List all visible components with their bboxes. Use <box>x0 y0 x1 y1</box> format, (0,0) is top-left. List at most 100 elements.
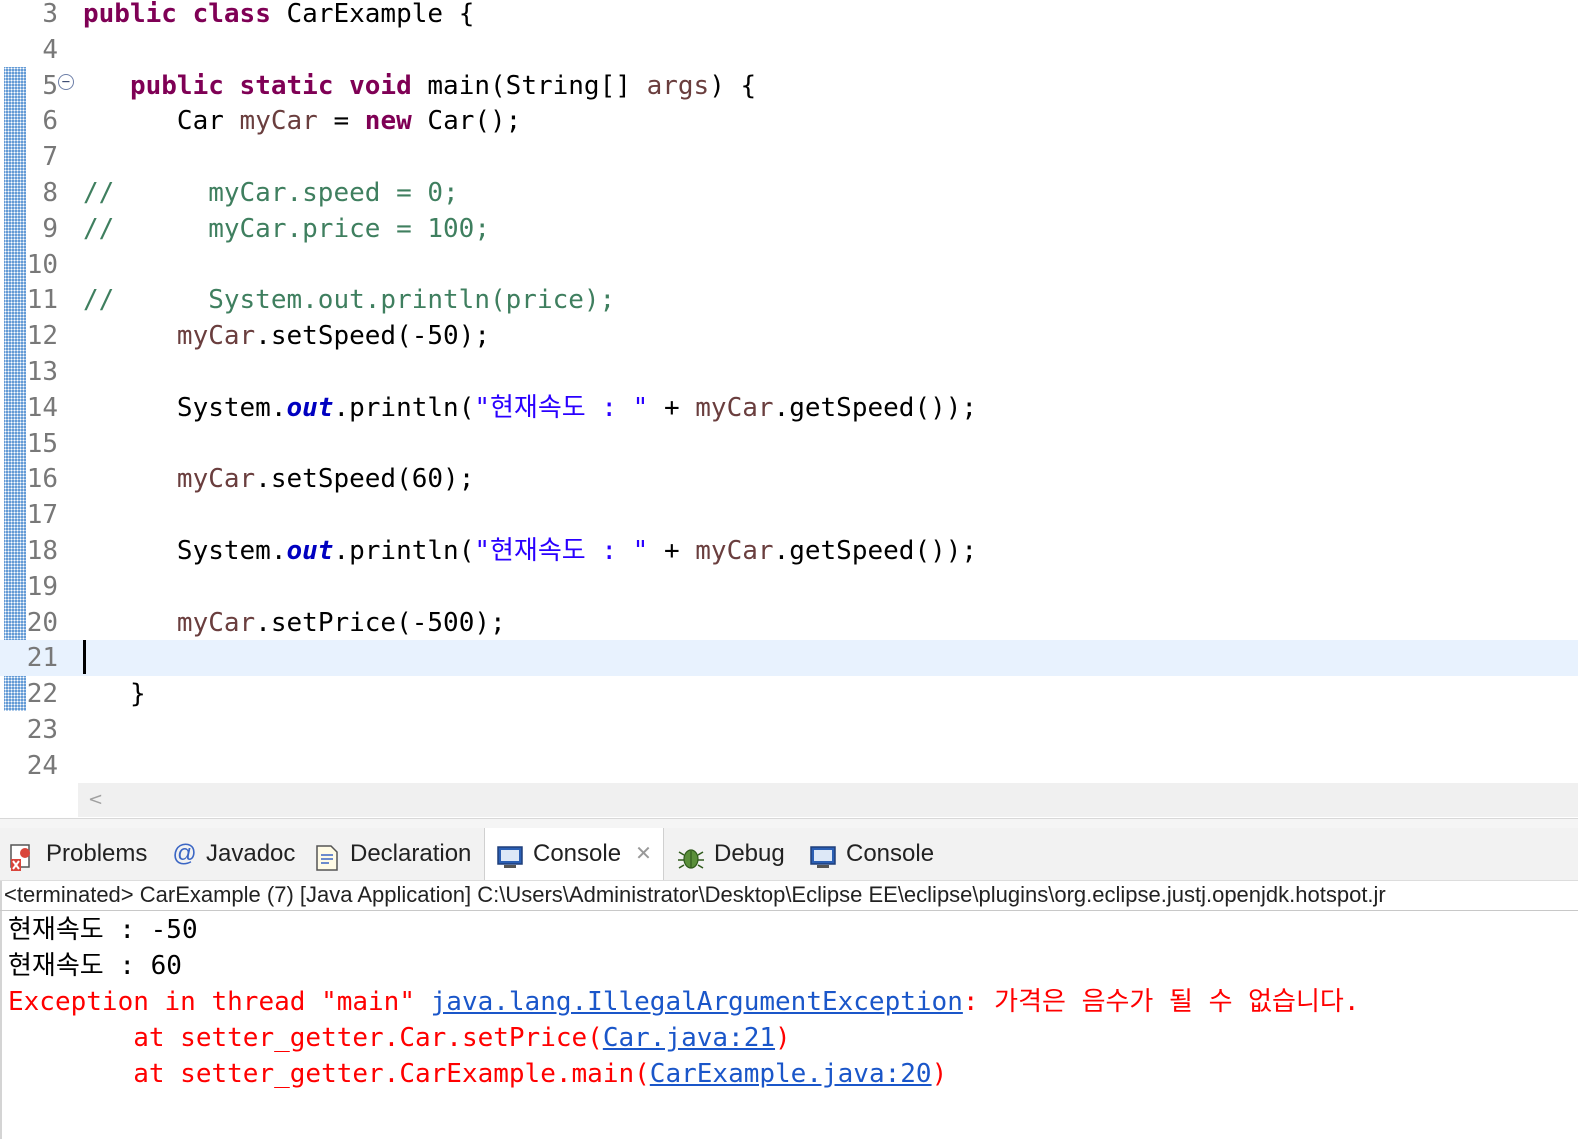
code-token: // myCar.price = 100; <box>83 213 490 244</box>
code-token: myCar <box>695 392 774 423</box>
tab-label: Debug <box>714 840 785 867</box>
console-output[interactable]: 현재속도 : -50 현재속도 : 60 Exception in thread "… <box>8 912 1578 1092</box>
line-number: 3 <box>42 0 58 29</box>
line-number: 24 <box>26 750 58 781</box>
code-line[interactable]: 22 } <box>0 676 1578 712</box>
line-number: 13 <box>26 357 58 387</box>
code-text: myCar.setPrice(-500); <box>83 605 506 641</box>
code-line[interactable]: 6 Car myCar = new Car(); <box>0 103 1578 139</box>
code-line[interactable]: 18 System.out.println("현재속도 : " + myCar.… <box>0 533 1578 569</box>
text-cursor <box>83 640 86 674</box>
code-token: class <box>192 0 271 29</box>
console-line: 현재속도 : -50 <box>8 912 1578 948</box>
code-text: public static void main(String[] args) { <box>83 68 756 104</box>
code-line[interactable]: 7 <box>0 139 1578 175</box>
code-line[interactable]: 10 <box>0 247 1578 283</box>
tab-console-active[interactable]: Console ✕ <box>484 828 664 880</box>
console-line: at setter_getter.CarExample.main(CarExam… <box>8 1056 1578 1092</box>
code-token: System. <box>83 536 287 566</box>
console-text: ) <box>775 1023 791 1053</box>
line-number: 20 <box>26 607 58 638</box>
code-line[interactable]: 16 myCar.setSpeed(60); <box>0 461 1578 497</box>
console-text: ) <box>931 1059 948 1089</box>
code-line[interactable]: 8 // myCar.speed = 0; <box>0 175 1578 211</box>
code-token: .getSpeed()); <box>773 536 978 566</box>
scroll-left-arrow-icon[interactable]: < <box>88 783 103 817</box>
code-token: Car <box>83 106 240 137</box>
stack-trace-link[interactable]: CarExample.java:20 <box>650 1059 932 1089</box>
line-number: 10 <box>26 249 58 280</box>
code-line[interactable]: 20 myCar.setPrice(-500); <box>0 605 1578 641</box>
problems-icon <box>8 839 38 871</box>
fold-collapse-icon[interactable]: − <box>58 73 74 90</box>
line-number: 22 <box>26 679 58 710</box>
code-text: // myCar.price = 100; <box>83 211 490 247</box>
code-line[interactable]: 23 <box>0 712 1578 748</box>
stack-trace-link[interactable]: java.lang.IllegalArgumentException <box>431 987 963 1017</box>
code-token: myCar <box>695 536 774 566</box>
tab-label: Console <box>846 840 935 867</box>
line-number: 8 <box>42 178 58 208</box>
code-token: CarExample { <box>270 0 475 29</box>
tab-console[interactable]: Console <box>808 828 948 880</box>
tab-label: Declaration <box>350 840 472 867</box>
code-line[interactable]: 11 // System.out.println(price); <box>0 282 1578 318</box>
code-token: ) { <box>709 70 757 101</box>
code-text: myCar.setSpeed(-50); <box>83 318 490 354</box>
close-icon[interactable]: ✕ <box>635 827 652 881</box>
code-line[interactable]: 4 <box>0 32 1578 68</box>
code-line[interactable]: 9 // myCar.price = 100; <box>0 211 1578 247</box>
stack-trace-link[interactable]: Car.java:21 <box>603 1023 775 1053</box>
code-editor[interactable]: 3 public class CarExample {4 5− public sta… <box>0 0 1578 818</box>
code-line[interactable]: 5− public static void main(String[] args… <box>0 68 1578 104</box>
at-icon: @ <box>172 840 197 867</box>
tab-label: Console <box>533 840 622 867</box>
line-number: 15 <box>26 428 58 459</box>
code-token: "현재속도 : " <box>474 392 649 423</box>
console-text: at setter_getter.Car.setPrice( <box>8 1023 603 1053</box>
code-line[interactable]: 13 <box>0 354 1578 390</box>
code-token: Car(); <box>411 106 522 137</box>
code-token: myCar <box>176 464 256 495</box>
code-token: main(String[] <box>411 70 647 101</box>
code-token: .println( <box>333 392 475 423</box>
code-line[interactable]: 14 System.out.println("현재속도 : " + myCar.… <box>0 390 1578 426</box>
code-token: out <box>286 392 334 423</box>
console-text: at setter_getter.CarExample.main( <box>8 1059 650 1089</box>
code-line[interactable]: 3 public class CarExample { <box>0 0 1578 32</box>
code-text: System.out.println("현재속도 : " + myCar.get… <box>83 390 977 426</box>
code-token: myCar <box>176 607 256 638</box>
code-line[interactable]: 12 myCar.setSpeed(-50); <box>0 318 1578 354</box>
code-line[interactable]: 19 <box>0 569 1578 605</box>
tab-problems[interactable]: Problems <box>8 828 158 880</box>
code-line[interactable]: 15 <box>0 426 1578 462</box>
code-text: Car myCar = new Car(); <box>83 103 521 139</box>
tab-javadoc[interactable]: @ Javadoc <box>172 828 302 880</box>
tab-declaration[interactable]: Declaration <box>312 828 480 880</box>
horizontal-scrollbar[interactable]: < <box>78 783 1578 817</box>
code-text: // System.out.println(price); <box>83 282 615 318</box>
view-tab-bar: Problems @ Javadoc Declaration Console ✕ <box>0 828 1578 881</box>
code-line[interactable]: 21 <box>0 640 1578 677</box>
tab-label: Problems <box>46 840 148 867</box>
line-number: 16 <box>26 464 58 495</box>
code-token: new <box>364 106 412 137</box>
line-number: 18 <box>26 536 58 566</box>
code-line[interactable]: 17 <box>0 497 1578 533</box>
line-number: 6 <box>42 106 58 137</box>
tab-debug[interactable]: Debug <box>676 828 794 880</box>
line-number: 9 <box>42 213 58 244</box>
code-token: myCar <box>176 321 256 352</box>
console-text: Exception in thread "main" <box>8 987 431 1017</box>
code-text: System.out.println("현재속도 : " + myCar.get… <box>83 533 977 569</box>
console-process-header: <terminated> CarExample (7) [Java Applic… <box>0 880 1578 911</box>
code-line[interactable]: 24 <box>0 748 1578 784</box>
code-token: myCar <box>239 106 318 137</box>
bug-icon <box>676 839 706 869</box>
line-number: 23 <box>26 715 58 745</box>
code-token: // myCar.speed = 0; <box>83 178 459 208</box>
